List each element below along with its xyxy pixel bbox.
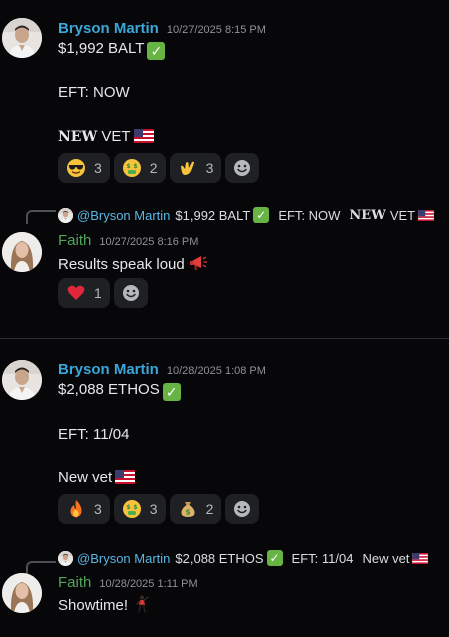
us-flag-icon xyxy=(134,129,154,143)
bryson-avatar-image xyxy=(2,18,42,58)
check-mark-icon: ✓ xyxy=(253,207,270,223)
faith-avatar-image xyxy=(2,232,42,272)
message-line: EFT: NOW xyxy=(58,84,130,101)
timestamp: 10/27/2025 8:15 PM xyxy=(166,24,266,36)
money-mouth-face-icon xyxy=(122,499,142,519)
reaction-count: 3 xyxy=(94,501,102,517)
timestamp: 10/27/2025 8:16 PM xyxy=(99,236,199,248)
us-flag-icon xyxy=(418,210,434,221)
check-mark-icon: ✓ xyxy=(162,383,181,401)
divider xyxy=(0,338,449,339)
add-reaction-button[interactable] xyxy=(113,278,148,308)
reaction-count: 3 xyxy=(205,160,214,176)
reply-amount: $2,088 ETHOS xyxy=(175,550,264,566)
message-line: EFT: 11/04 xyxy=(58,426,130,443)
reaction-bar: 3 3 2 xyxy=(58,494,260,524)
reply-avatar xyxy=(58,550,73,566)
amount-text: $2,088 ETHOS xyxy=(58,381,160,398)
message-line: NEW VET xyxy=(58,127,154,147)
add-reaction-button[interactable] xyxy=(225,153,260,183)
author-name[interactable]: Bryson Martin xyxy=(58,361,159,378)
message-line: Showtime! xyxy=(58,594,152,616)
check-mark-icon: ✓ xyxy=(147,42,166,60)
check-mark-icon: ✓ xyxy=(266,550,283,566)
reply-amount: $1,992 BALT xyxy=(175,207,251,223)
us-flag-icon xyxy=(115,470,135,484)
reply-avatar xyxy=(58,207,73,223)
vet-label: VET xyxy=(101,128,131,145)
reply-vet: VET xyxy=(389,207,416,223)
reaction-bar: 3 2 3 xyxy=(58,153,260,183)
reply-new: NEW xyxy=(349,207,386,223)
reply-eft: EFT: NOW xyxy=(278,207,341,223)
reaction-fire[interactable]: 3 xyxy=(58,494,110,524)
reaction-count: 1 xyxy=(94,285,102,301)
message-text: Results speak loud xyxy=(58,256,185,273)
megaphone-icon xyxy=(189,253,209,273)
reaction-heart[interactable]: 1 xyxy=(58,278,110,308)
avatar-bryson[interactable] xyxy=(2,360,42,400)
reaction-sunglasses[interactable]: 3 xyxy=(58,153,110,183)
bryson-avatar-image xyxy=(2,360,42,400)
faith-avatar-image xyxy=(2,573,42,613)
money-mouth-face-icon xyxy=(122,158,142,178)
reply-mention[interactable]: @Bryson Martin xyxy=(77,208,170,223)
message-header: Faith 10/27/2025 8:16 PM xyxy=(58,232,198,250)
message-line: Results speak loud xyxy=(58,253,209,275)
reaction-money-mouth[interactable]: 2 xyxy=(113,153,166,183)
reply-vet: New vet xyxy=(362,550,410,566)
message-line: $1,992 BALT ✓ xyxy=(58,39,166,60)
add-reaction-icon xyxy=(121,283,141,303)
us-flag-icon xyxy=(412,553,428,564)
timestamp: 10/28/2025 1:11 PM xyxy=(99,578,198,590)
author-name[interactable]: Bryson Martin xyxy=(58,20,159,37)
reply-connector xyxy=(26,210,56,224)
vet-label: New vet xyxy=(58,469,113,486)
avatar-faith[interactable] xyxy=(2,232,42,272)
add-reaction-icon xyxy=(232,158,252,178)
reply-preview[interactable]: @Bryson Martin $2,088 ETHOS ✓ EFT: 11/04 … xyxy=(58,550,428,566)
message-line: New vet xyxy=(58,468,135,488)
message-line: $2,088 ETHOS ✓ xyxy=(58,380,181,401)
dancer-icon xyxy=(132,594,152,614)
reply-eft: EFT: 11/04 xyxy=(291,550,354,566)
reaction-count: 2 xyxy=(149,160,158,176)
avatar-faith[interactable] xyxy=(2,573,42,613)
new-label: NEW xyxy=(58,129,98,145)
reaction-call-me[interactable]: 3 xyxy=(169,153,222,183)
amount-text: $1,992 BALT xyxy=(58,40,145,57)
reaction-money-mouth[interactable]: 3 xyxy=(113,494,166,524)
message-header: Bryson Martin 10/28/2025 1:08 PM xyxy=(58,361,266,379)
reaction-count: 3 xyxy=(94,160,102,176)
reaction-bar: 1 xyxy=(58,278,148,308)
message-text: Showtime! xyxy=(58,597,129,614)
timestamp: 10/28/2025 1:08 PM xyxy=(166,365,266,377)
red-heart-icon xyxy=(66,283,86,303)
add-reaction-icon xyxy=(232,499,252,519)
reply-mention[interactable]: @Bryson Martin xyxy=(77,551,170,566)
reply-connector xyxy=(26,561,56,575)
money-bag-icon xyxy=(178,499,198,519)
reaction-count: 3 xyxy=(149,501,158,517)
reaction-money-bag[interactable]: 2 xyxy=(169,494,222,524)
reaction-count: 2 xyxy=(205,501,214,517)
author-name[interactable]: Faith xyxy=(58,232,91,249)
fire-icon xyxy=(66,499,86,519)
avatar-bryson[interactable] xyxy=(2,18,42,58)
add-reaction-button[interactable] xyxy=(225,494,260,524)
reply-preview[interactable]: @Bryson Martin $1,992 BALT ✓ EFT: NOW NEW… xyxy=(58,207,434,223)
message-header: Bryson Martin 10/27/2025 8:15 PM xyxy=(58,20,266,38)
message-header: Faith 10/28/2025 1:11 PM xyxy=(58,574,198,592)
sunglasses-face-icon xyxy=(66,158,86,178)
call-me-hand-icon xyxy=(178,158,198,178)
author-name[interactable]: Faith xyxy=(58,574,91,591)
